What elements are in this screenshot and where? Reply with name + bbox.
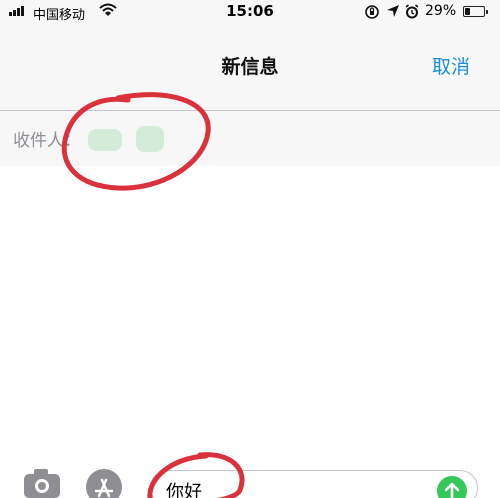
camera-icon[interactable]	[24, 469, 60, 498]
navigation-bar: 新信息 取消	[0, 26, 500, 110]
battery-fill	[465, 8, 470, 15]
recipient-label: 收件人：	[13, 131, 81, 151]
battery-percentage: 29%	[425, 3, 457, 19]
send-icon	[444, 482, 460, 498]
app-store-icon[interactable]	[86, 469, 122, 498]
recipient-field[interactable]: 收件人：	[0, 110, 500, 166]
message-input[interactable]: 你好	[150, 470, 478, 498]
message-input-value: 你好	[166, 482, 202, 498]
location-icon	[387, 5, 399, 17]
alarm-icon	[405, 4, 419, 19]
status-bar: 中国移动 15:06 29%	[0, 0, 500, 26]
cancel-button[interactable]: 取消	[432, 52, 470, 79]
battery-icon	[463, 6, 488, 17]
page-title: 新信息	[221, 56, 279, 78]
send-button[interactable]	[437, 476, 467, 498]
conversation-area	[0, 166, 500, 456]
blurred-recipient-name	[136, 126, 164, 152]
orientation-lock-icon	[365, 5, 379, 19]
blurred-recipient-name	[88, 129, 122, 151]
